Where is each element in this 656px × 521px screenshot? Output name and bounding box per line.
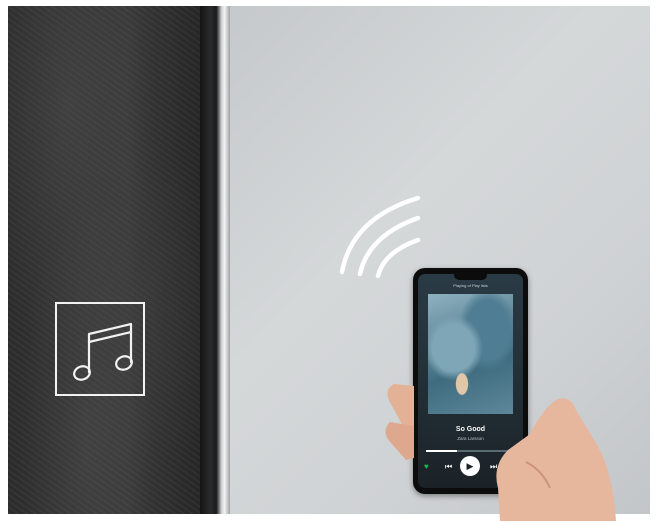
music-note-icon <box>55 302 145 396</box>
dark-stone-wall <box>8 6 206 514</box>
playing-from-label: Playing of Play lists <box>453 283 488 288</box>
product-photo: Playing of Play lists So Good Zara Larss… <box>0 0 656 521</box>
hand-holding-phone <box>385 384 616 521</box>
wireless-signal-icon <box>339 195 421 279</box>
phone-notch <box>454 274 487 280</box>
mirror-frame-edge <box>200 6 230 514</box>
